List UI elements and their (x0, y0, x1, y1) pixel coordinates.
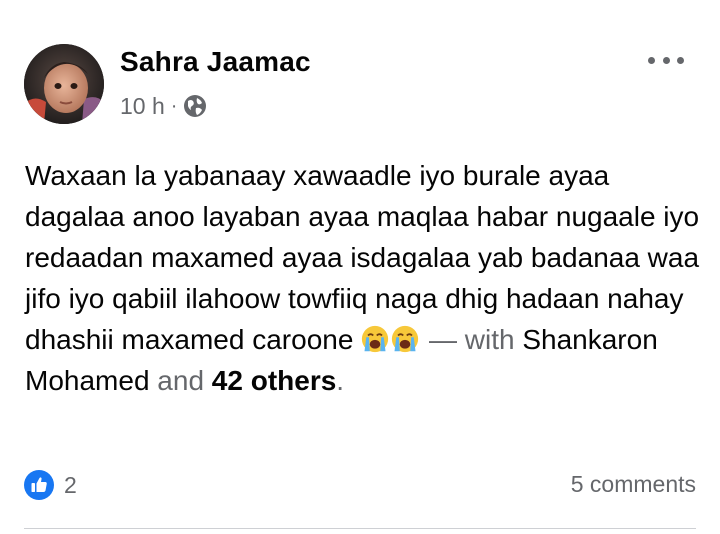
footer-divider (24, 528, 696, 529)
tag-and-label: and (157, 365, 205, 396)
author-name[interactable]: Sahra Jaamac (120, 46, 311, 78)
comments-count-link[interactable]: 5 comments (571, 471, 696, 498)
post-message: Waxaan la yabanaay xawaadle iyo burale a… (25, 155, 705, 401)
crying-face-emoji (362, 325, 389, 353)
avatar-image (24, 44, 104, 124)
author-avatar[interactable] (24, 44, 104, 124)
tagged-others-link[interactable]: 42 others (212, 365, 337, 396)
post-time[interactable]: 10 h (120, 93, 165, 120)
more-dot (662, 56, 670, 64)
more-options-button[interactable] (648, 48, 684, 72)
crying-face-emoji (392, 325, 419, 353)
reactions-summary[interactable]: 2 (24, 469, 77, 501)
tag-separator: — (428, 324, 457, 355)
more-dot (677, 56, 684, 64)
tag-period: . (336, 365, 345, 396)
like-icon (24, 470, 54, 500)
post-card: Sahra Jaamac 10 h · Waxaan la yabanaay x… (0, 0, 720, 534)
meta-separator: · (170, 94, 178, 117)
globe-icon (184, 95, 207, 117)
reaction-count: 2 (64, 471, 77, 498)
post-meta: 10 h · (120, 92, 207, 120)
more-dots-icon (648, 56, 655, 64)
tag-with-label: with (464, 324, 515, 355)
